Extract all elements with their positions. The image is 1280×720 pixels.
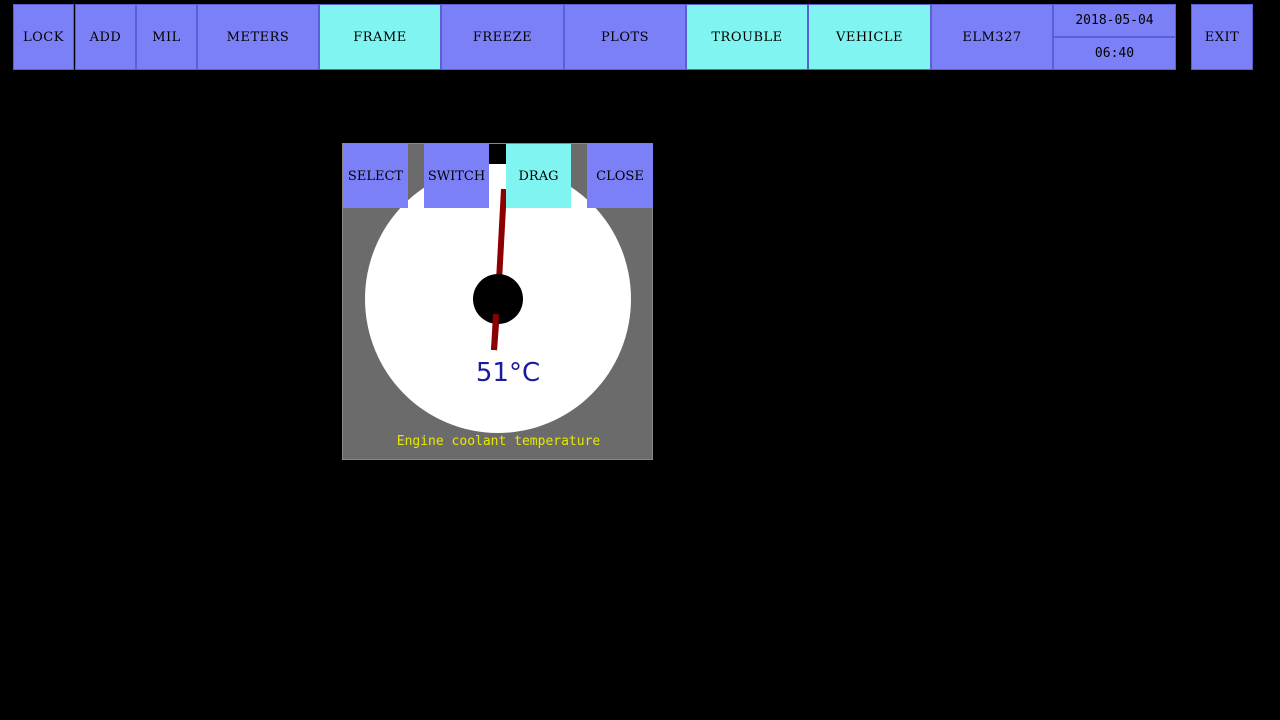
frame-button[interactable]: FRAME — [319, 4, 441, 70]
freeze-button[interactable]: FREEZE — [441, 4, 564, 70]
temperature-readout: 51°C — [475, 358, 541, 388]
vehicle-button[interactable]: VEHICLE — [808, 4, 931, 70]
elm327-button[interactable]: ELM327 — [931, 4, 1053, 70]
select-button[interactable]: SELECT — [343, 144, 408, 208]
gauge-needle-lower — [491, 313, 499, 351]
trouble-button[interactable]: TROUBLE — [686, 4, 808, 70]
clock-display: 2018-05-04 06:40 — [1053, 4, 1176, 70]
drag-button[interactable]: DRAG — [506, 144, 571, 208]
plots-button[interactable]: PLOTS — [564, 4, 686, 70]
gauge-top-gap — [489, 144, 507, 166]
mil-button[interactable]: MIL — [136, 4, 197, 70]
date-display: 2018-05-04 — [1053, 4, 1176, 37]
meters-button[interactable]: METERS — [197, 4, 319, 70]
exit-button[interactable]: EXIT — [1191, 4, 1253, 70]
lock-button[interactable]: LOCK — [13, 4, 74, 70]
close-button[interactable]: CLOSE — [587, 144, 653, 208]
coolant-gauge-window[interactable]: SELECT SWITCH DRAG CLOSE 51°C Engine coo… — [342, 143, 653, 460]
time-display: 06:40 — [1053, 37, 1176, 70]
switch-button[interactable]: SWITCH — [424, 144, 489, 208]
top-toolbar: LOCK ADD MIL METERS FRAME FREEZE PLOTS T… — [0, 0, 1280, 72]
gauge-caption: Engine coolant temperature — [396, 434, 601, 449]
gauge-top-notch — [489, 164, 507, 172]
add-button[interactable]: ADD — [75, 4, 136, 70]
